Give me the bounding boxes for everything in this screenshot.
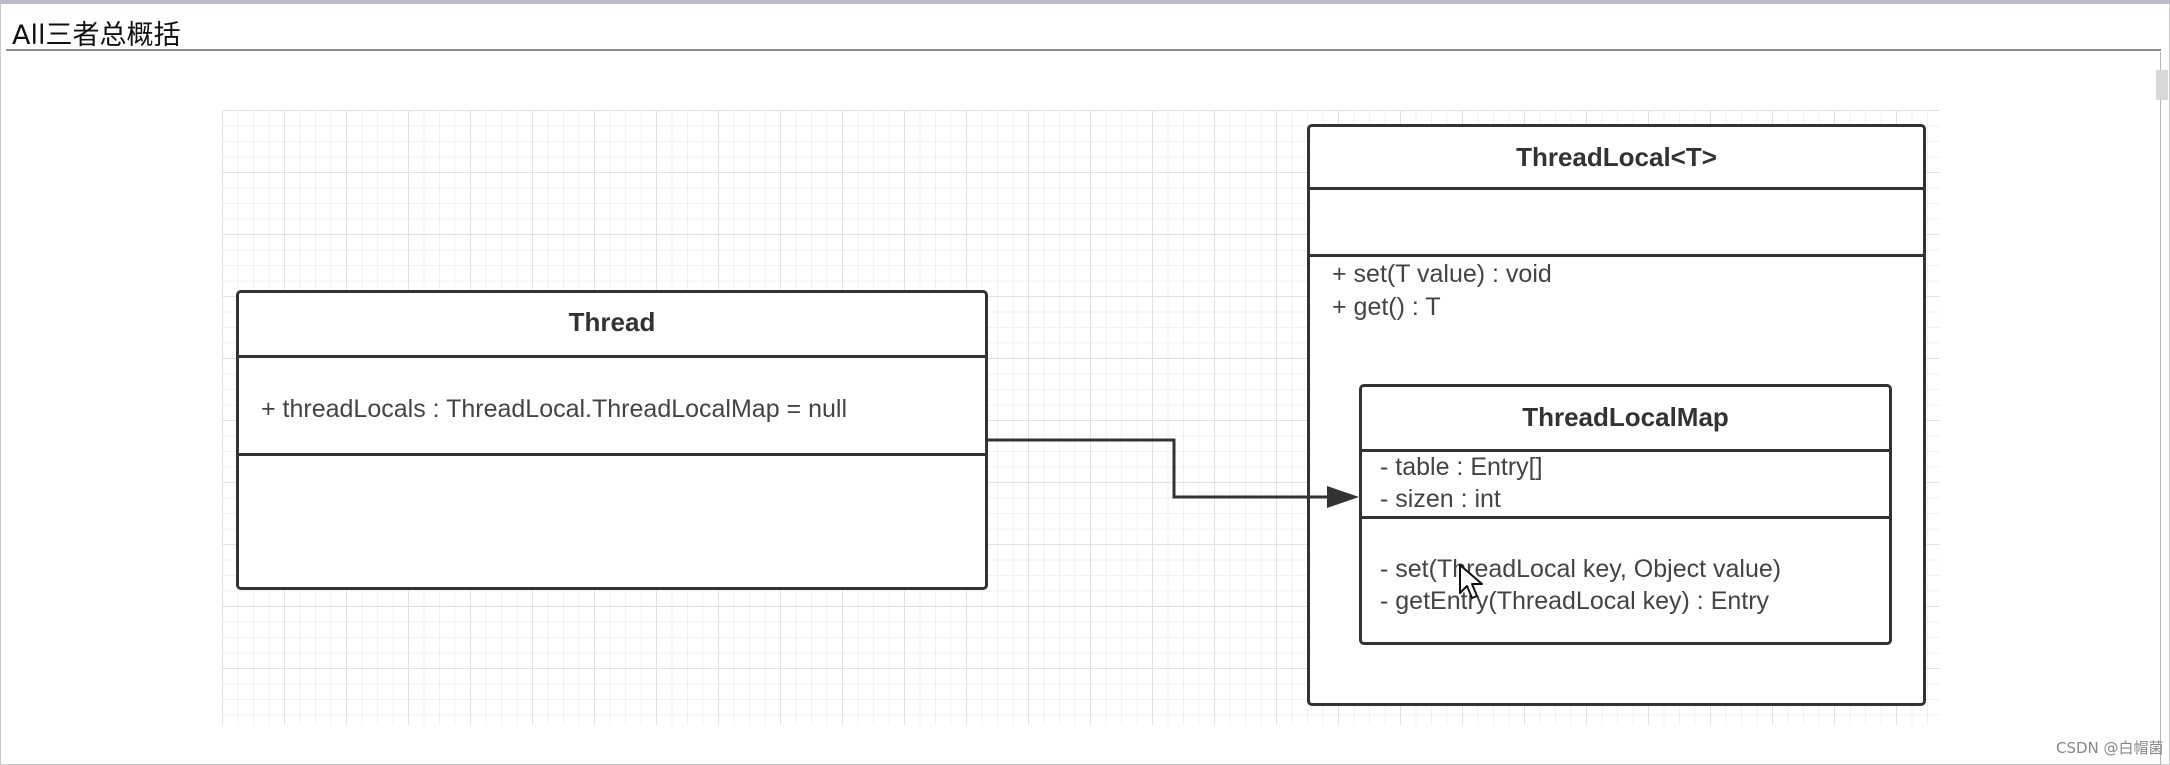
mouse-pointer-icon xyxy=(1459,564,1483,599)
watermark: CSDN @白帽菌 xyxy=(2056,739,2164,757)
association-connector[interactable] xyxy=(0,0,2170,765)
connector-arrowhead xyxy=(1327,486,1359,508)
connector-line xyxy=(988,438,1330,499)
